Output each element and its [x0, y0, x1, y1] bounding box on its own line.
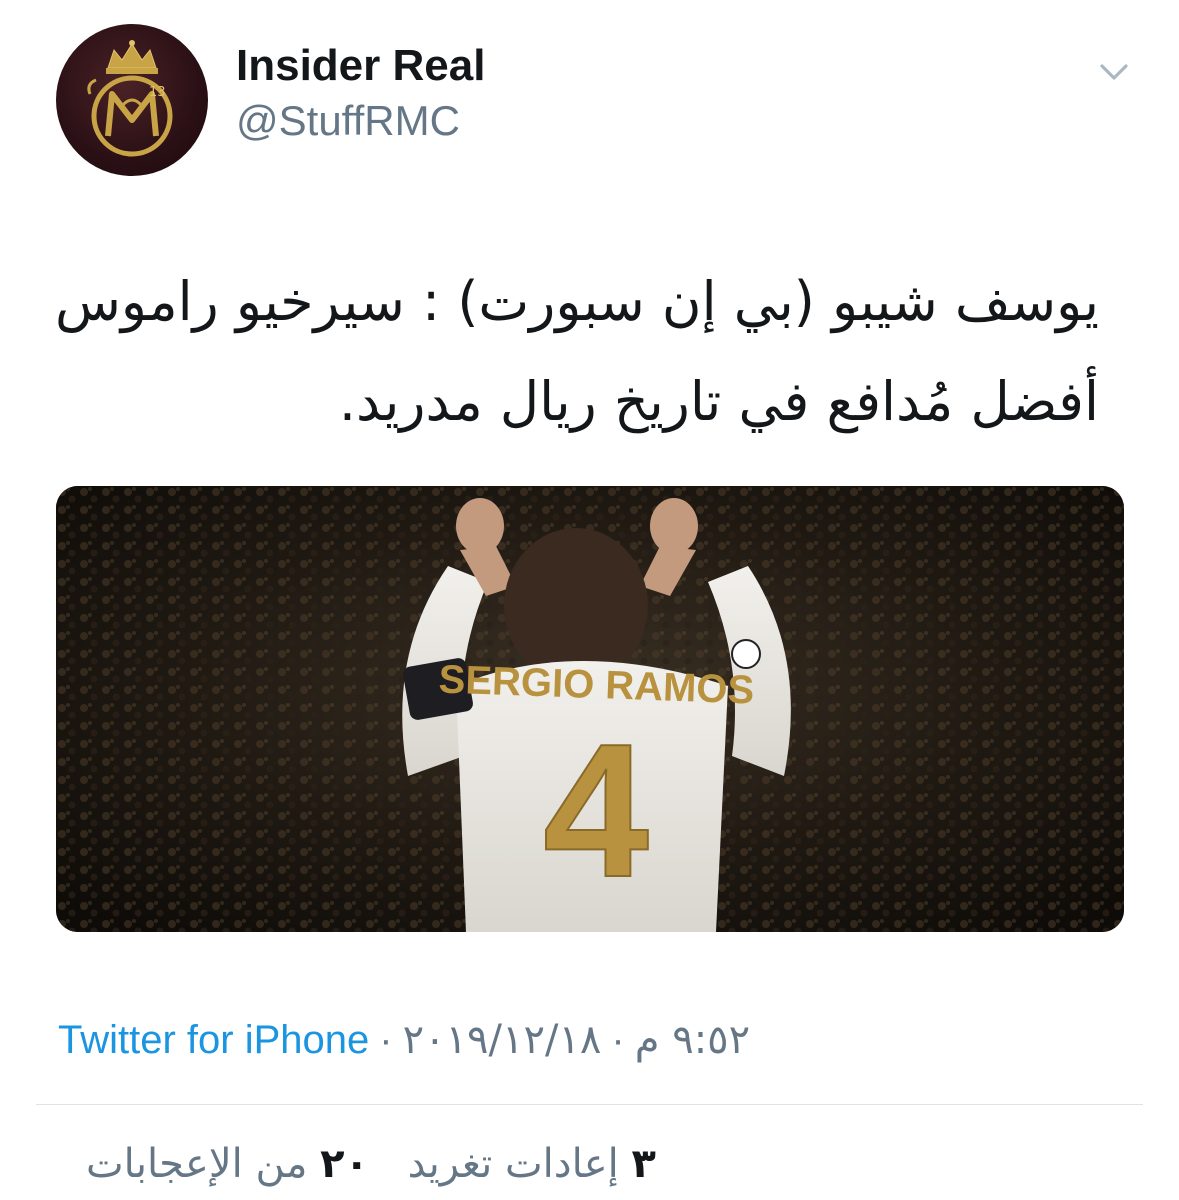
display-name[interactable]: Insider Real	[236, 40, 485, 92]
tweet-text-line-2: أفضل مُدافع في تاريخ ريال مدريد.	[338, 370, 1099, 433]
meta-separator: ·	[611, 1018, 625, 1062]
tweet-time: ٩:٥٢ م	[634, 1017, 751, 1063]
tweet-meta: Twitter for iPhone · ٢٠١٩/١٢/١٨ · ٩:٥٢ م	[58, 1012, 750, 1068]
tweet-date: ٢٠١٩/١٢/١٨	[402, 1017, 602, 1063]
retweets-count: ٣	[631, 1141, 656, 1187]
tweet-text: يوسف شيبو (بي إن سبورت) : سيرخيو راموس أ…	[39, 252, 1099, 452]
tweet-text-line-1: يوسف شيبو (بي إن سبورت) : سيرخيو راموس	[54, 270, 1099, 333]
meta-separator: ·	[379, 1018, 393, 1062]
likes-stat[interactable]: ٢٠ من الإعجابات	[86, 1141, 369, 1187]
chevron-down-icon[interactable]	[1094, 58, 1134, 86]
avatar-badge: 13	[149, 85, 166, 100]
likes-count: ٢٠	[320, 1141, 369, 1187]
likes-label: من الإعجابات	[86, 1141, 308, 1187]
avatar[interactable]: 13	[56, 24, 208, 176]
source-link[interactable]: Twitter for iPhone	[58, 1018, 369, 1062]
user-handle[interactable]: @StuffRMC	[236, 96, 460, 146]
retweets-label: إعادات تغريد	[407, 1141, 619, 1187]
real-madrid-crest-icon: 13	[87, 40, 173, 157]
tweet-photo[interactable]: SERGIO RAMOS 4	[56, 486, 1124, 932]
jersey-number: 4	[543, 705, 649, 917]
tweet-stats: ٣ إعادات تغريد ٢٠ من الإعجابات	[60, 1136, 656, 1192]
divider	[36, 1104, 1143, 1105]
retweets-stat[interactable]: ٣ إعادات تغريد	[408, 1141, 656, 1187]
